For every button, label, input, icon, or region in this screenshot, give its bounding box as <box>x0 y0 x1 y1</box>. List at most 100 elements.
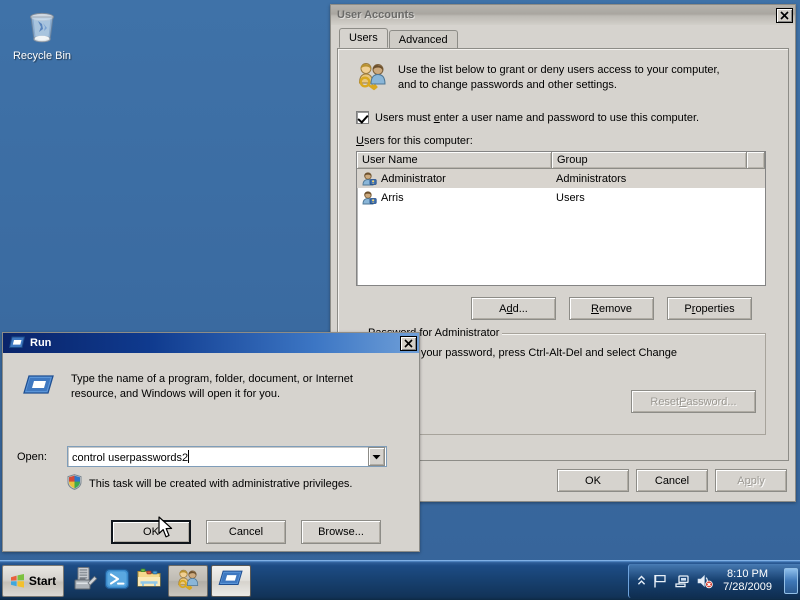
users-key-icon <box>356 61 388 94</box>
add-button-post: d... <box>512 302 528 315</box>
run-ok-button[interactable]: OK <box>111 520 191 544</box>
explorer-folder-icon <box>136 566 162 595</box>
run-large-icon <box>23 372 55 403</box>
desktop-icon-recycle-bin[interactable]: Recycle Bin <box>4 8 80 63</box>
properties-button-pre: P <box>684 302 692 315</box>
reset-password-post: assword... <box>686 395 737 408</box>
user-accounts-title: User Accounts <box>337 9 415 21</box>
cell-user-name: Administrator <box>357 171 552 187</box>
cell-group: Users <box>552 192 747 204</box>
table-row[interactable]: Administrator Administrators <box>357 169 765 188</box>
user-accounts-titlebar[interactable]: User Accounts <box>331 5 795 25</box>
desktop[interactable]: Recycle Bin User Accounts Users Advanced <box>0 0 800 600</box>
text-caret <box>188 449 190 463</box>
users-intro-line2: and to change passwords and other settin… <box>398 79 617 91</box>
require-password-checkbox-row[interactable]: Users must enter a user name and passwor… <box>356 111 699 124</box>
cell-group-text: Administrators <box>556 172 627 185</box>
tray-chevron-icon[interactable] <box>637 575 646 586</box>
network-icon[interactable] <box>674 573 690 589</box>
tab-advanced[interactable]: Advanced <box>388 30 458 48</box>
column-header-user-name-label: User Name <box>362 154 418 166</box>
remove-button[interactable]: Remove <box>569 297 654 320</box>
ok-button-label: OK <box>585 474 601 487</box>
close-icon <box>404 338 413 348</box>
start-button[interactable]: Start <box>2 564 64 597</box>
show-desktop-button[interactable] <box>784 567 798 594</box>
taskbar[interactable]: Start 8:10 PM 7/28/2009 <box>0 560 800 600</box>
password-groupbox-text: To change your password, press Ctrl-Alt-… <box>367 346 735 376</box>
run-open-label: Open: <box>17 450 47 463</box>
run-intro-text: Type the name of a program, folder, docu… <box>71 372 353 403</box>
powershell-icon <box>104 566 130 595</box>
tab-users[interactable]: Users <box>339 28 388 48</box>
column-header-group-label: Group <box>557 154 588 166</box>
flag-icon[interactable] <box>652 573 668 589</box>
taskbar-task-buttons[interactable] <box>168 564 251 597</box>
run-uac-notice: This task will be created with administr… <box>67 474 353 493</box>
speaker-muted-icon[interactable] <box>696 573 713 589</box>
reset-password-accel: P <box>679 395 687 408</box>
require-password-label: Users must enter a user name and passwor… <box>375 112 699 124</box>
apply-button[interactable]: Ap ply <box>715 469 787 492</box>
taskbar-run[interactable] <box>211 564 251 597</box>
add-button[interactable]: Ad d... <box>471 297 556 320</box>
remove-button-accel: R <box>591 302 599 315</box>
column-header-filler[interactable] <box>747 152 765 168</box>
run-cancel-button-label: Cancel <box>228 526 264 538</box>
system-tray[interactable]: 8:10 PM 7/28/2009 <box>628 563 800 598</box>
tab-advanced-label: Advanced <box>398 33 448 46</box>
run-dialog-close-button[interactable] <box>400 335 417 351</box>
user-icon <box>361 190 377 206</box>
run-icon <box>218 568 244 593</box>
users-listview[interactable]: User Name Group Administrator Administra… <box>356 151 766 286</box>
taskbar-user-accounts[interactable] <box>168 564 208 597</box>
quick-launch-server-manager[interactable] <box>70 565 100 597</box>
column-header-user-name[interactable]: User Name <box>357 152 552 168</box>
run-intro-line1: Type the name of a program, folder, docu… <box>71 373 353 385</box>
require-password-checkbox[interactable] <box>356 111 369 124</box>
desktop-icon-label: Recycle Bin <box>12 50 72 62</box>
run-cancel-button[interactable]: Cancel <box>206 520 286 544</box>
run-open-input-value: control userpasswords2 <box>72 451 189 464</box>
cancel-button-label: Cancel <box>654 474 690 487</box>
run-dialog[interactable]: Run Type the name of a program, folder, … <box>2 332 420 552</box>
cell-group-text: Users <box>556 191 585 204</box>
column-header-group[interactable]: Group <box>552 152 747 168</box>
user-accounts-close-button[interactable] <box>776 7 793 23</box>
reset-password-pre: Reset <box>650 395 680 408</box>
user-icon <box>361 171 377 187</box>
properties-button-post: operties <box>695 302 735 315</box>
run-intro: Type the name of a program, folder, docu… <box>23 372 395 403</box>
run-open-combobox[interactable]: control userpasswords2 <box>67 446 387 467</box>
quick-launch-powershell[interactable] <box>102 565 132 597</box>
cancel-button[interactable]: Cancel <box>636 469 708 492</box>
run-dialog-body: Type the name of a program, folder, docu… <box>3 354 419 551</box>
run-dialog-buttons: OK Cancel Browse... <box>111 520 381 544</box>
run-intro-line2: resource, and Windows will open it for y… <box>71 388 281 400</box>
require-password-label-post: nter a user name and password to use thi… <box>439 111 700 124</box>
reset-password-button[interactable]: Reset Password... <box>631 390 756 413</box>
user-accounts-tabstrip[interactable]: Users Advanced <box>339 28 459 48</box>
properties-button[interactable]: Pr operties <box>667 297 752 320</box>
run-open-row: Open: control userpasswords2 <box>17 446 387 467</box>
run-dialog-titlebar[interactable]: Run <box>3 333 419 353</box>
close-icon <box>780 10 789 20</box>
quick-launch-explorer[interactable] <box>134 565 164 597</box>
users-intro-text: Use the list below to grant or deny user… <box>398 61 720 94</box>
users-listview-header[interactable]: User Name Group <box>357 152 765 169</box>
table-row[interactable]: Arris Users <box>357 188 765 207</box>
shield-icon <box>67 474 82 493</box>
users-key-icon <box>176 568 200 594</box>
chevron-down-icon[interactable] <box>368 447 385 466</box>
users-list-label-accel: U <box>356 135 364 147</box>
ok-button[interactable]: OK <box>557 469 629 492</box>
server-manager-icon <box>72 566 98 595</box>
run-dialog-title: Run <box>30 337 52 349</box>
run-browse-button[interactable]: Browse... <box>301 520 381 544</box>
clock-date: 7/28/2009 <box>723 580 772 593</box>
users-intro-line1: Use the list below to grant or deny user… <box>398 64 720 76</box>
quick-launch[interactable] <box>70 565 164 597</box>
taskbar-clock[interactable]: 8:10 PM 7/28/2009 <box>719 568 776 594</box>
run-browse-button-label: Browse... <box>318 526 364 538</box>
run-open-input[interactable]: control userpasswords2 <box>68 449 368 464</box>
